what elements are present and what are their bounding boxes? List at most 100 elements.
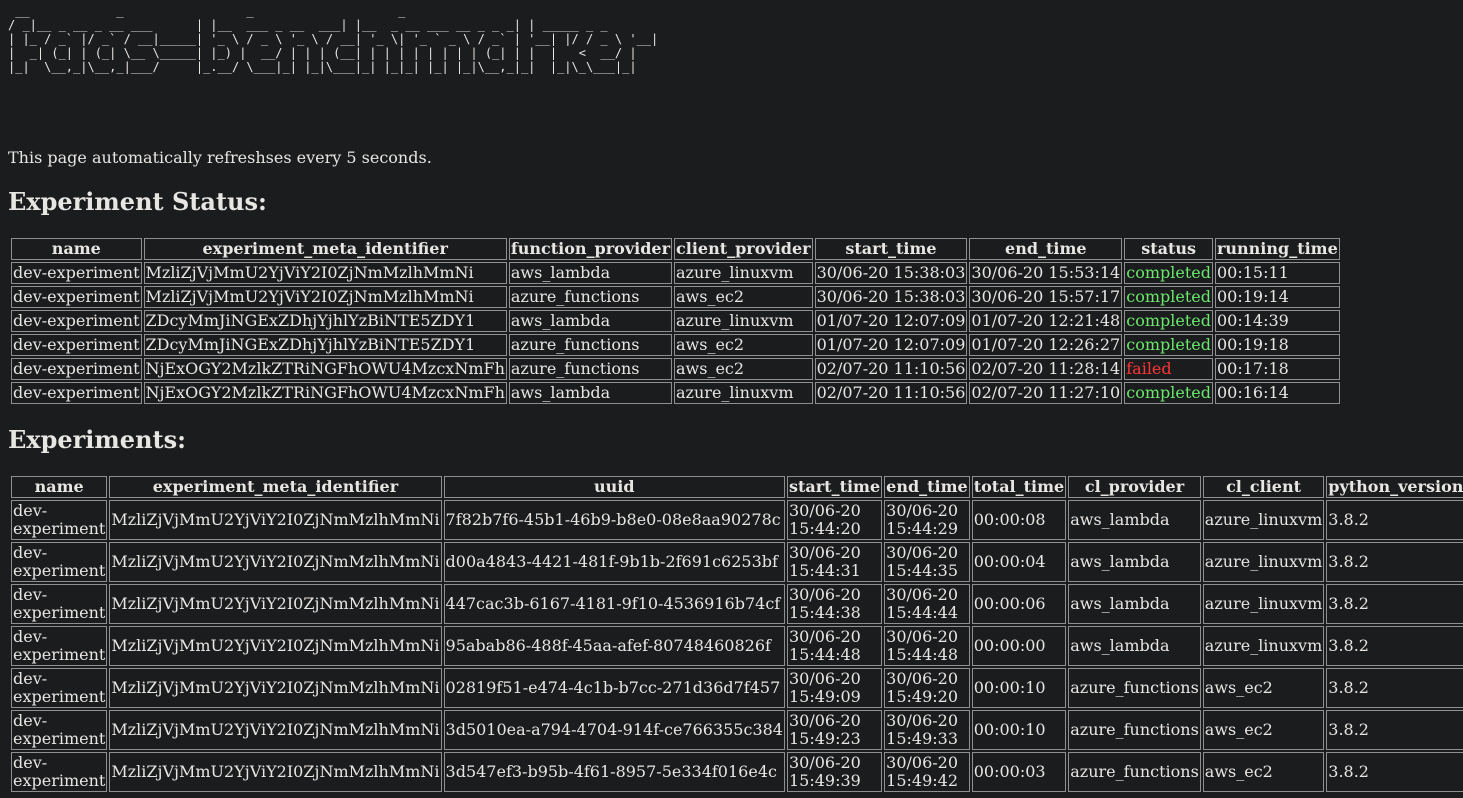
- cell-running-time: 00:19:14: [1214, 286, 1340, 308]
- cell-end-time: 02/07-20 11:28:14: [969, 358, 1123, 380]
- header-start-time: start_time: [814, 238, 968, 260]
- cell-client-provider: azure_linuxvm: [674, 310, 813, 332]
- cell-end-time: 02/07-20 11:27:10: [969, 382, 1123, 404]
- cell-name: dev-experiment: [11, 710, 108, 750]
- cell-cl-client: azure_linuxvm: [1202, 584, 1325, 624]
- cell-cl-client: azure_linuxvm: [1202, 626, 1325, 666]
- header-experiment-meta-identifier: experiment_meta_identifier: [109, 476, 442, 498]
- experiments-table-row: dev-experiment MzliZjVjMmU2YjViY2I0ZjNmMz…: [11, 584, 1463, 624]
- cell-experiment-meta-identifier: MzliZjVjMmU2YjViY2I0ZjNmMzlhMmNi: [109, 710, 442, 750]
- cell-python-version: 3.8.2: [1326, 752, 1463, 792]
- header-function-provider: function_provider: [508, 238, 673, 260]
- cell-status: failed: [1124, 358, 1213, 380]
- cell-start-time: 01/07-20 12:07:09: [814, 334, 968, 356]
- experiment-status-heading: Experiment Status:: [8, 187, 267, 216]
- header-start-time: start_time: [786, 476, 883, 498]
- cell-running-time: 00:16:14: [1214, 382, 1340, 404]
- cell-end-time: 30/06-20 15:44:44: [884, 584, 970, 624]
- header-status: status: [1124, 238, 1213, 260]
- status-header-row: name experiment_meta_identifier function…: [11, 238, 1340, 260]
- cell-name: dev-experiment: [11, 626, 108, 666]
- cell-status: completed: [1124, 334, 1213, 356]
- header-total-time: total_time: [971, 476, 1067, 498]
- cell-experiment-meta-identifier: MzliZjVjMmU2YjViY2I0ZjNmMzlhMmNi: [109, 668, 442, 708]
- cell-cl-client: azure_linuxvm: [1202, 500, 1325, 540]
- cell-function-provider: aws_lambda: [508, 310, 673, 332]
- cell-experiment-meta-identifier: NjExOGY2MzlkZTRiNGFhOWU4MzcxNmFh: [143, 382, 507, 404]
- cell-experiment-meta-identifier: MzliZjVjMmU2YjViY2I0ZjNmMzlhMmNi: [109, 584, 442, 624]
- cell-status: completed: [1124, 262, 1213, 284]
- cell-function-provider: azure_functions: [508, 286, 673, 308]
- experiments-table-row: dev-experiment MzliZjVjMmU2YjViY2I0ZjNmMz…: [11, 668, 1463, 708]
- cell-start-time: 30/06-20 15:38:03: [814, 262, 968, 284]
- cell-name: dev-experiment: [11, 542, 108, 582]
- cell-experiment-meta-identifier: NjExOGY2MzlkZTRiNGFhOWU4MzcxNmFh: [143, 358, 507, 380]
- cell-experiment-meta-identifier: MzliZjVjMmU2YjViY2I0ZjNmMzlhMmNi: [109, 500, 442, 540]
- cell-name: dev-experiment: [11, 500, 108, 540]
- cell-start-time: 30/06-20 15:49:09: [786, 668, 883, 708]
- cell-function-provider: azure_functions: [508, 358, 673, 380]
- cell-function-provider: aws_lambda: [508, 262, 673, 284]
- cell-cl-provider: azure_functions: [1068, 668, 1201, 708]
- cell-python-version: 3.8.2: [1326, 710, 1463, 750]
- cell-total-time: 00:00:10: [971, 710, 1067, 750]
- header-running-time: running_time: [1214, 238, 1340, 260]
- cell-client-provider: aws_ec2: [674, 358, 813, 380]
- experiments-table-row: dev-experiment MzliZjVjMmU2YjViY2I0ZjNmMz…: [11, 542, 1463, 582]
- cell-experiment-meta-identifier: MzliZjVjMmU2YjViY2I0ZjNmMzlhMmNi: [143, 262, 507, 284]
- status-table-row: dev-experiment ZDcyMmJiNGExZDhjYjhlYzBiNT…: [11, 334, 1340, 356]
- cell-name: dev-experiment: [11, 752, 108, 792]
- cell-python-version: 3.8.2: [1326, 500, 1463, 540]
- cell-python-version: 3.8.2: [1326, 542, 1463, 582]
- experiments-table-row: dev-experiment MzliZjVjMmU2YjViY2I0ZjNmMz…: [11, 626, 1463, 666]
- cell-uuid: 3d5010ea-a794-4704-914f-ce766355c384: [443, 710, 785, 750]
- cell-end-time: 30/06-20 15:49:33: [884, 710, 970, 750]
- cell-function-provider: aws_lambda: [508, 382, 673, 404]
- cell-total-time: 00:00:04: [971, 542, 1067, 582]
- cell-python-version: 3.8.2: [1326, 626, 1463, 666]
- experiments-table-row: dev-experiment MzliZjVjMmU2YjViY2I0ZjNmMz…: [11, 752, 1463, 792]
- cell-uuid: 02819f51-e474-4c1b-b7cc-271d36d7f457: [443, 668, 785, 708]
- cell-client-provider: aws_ec2: [674, 286, 813, 308]
- experiment-status-table: name experiment_meta_identifier function…: [8, 235, 1343, 407]
- header-python-version: python_version: [1326, 476, 1463, 498]
- cell-start-time: 30/06-20 15:44:20: [786, 500, 883, 540]
- cell-cl-client: aws_ec2: [1202, 668, 1325, 708]
- cell-running-time: 00:15:11: [1214, 262, 1340, 284]
- cell-running-time: 00:14:39: [1214, 310, 1340, 332]
- cell-experiment-meta-identifier: MzliZjVjMmU2YjViY2I0ZjNmMzlhMmNi: [143, 286, 507, 308]
- cell-name: dev-experiment: [11, 310, 142, 332]
- cell-status: completed: [1124, 382, 1213, 404]
- cell-total-time: 00:00:06: [971, 584, 1067, 624]
- experiments-table-row: dev-experiment MzliZjVjMmU2YjViY2I0ZjNmMz…: [11, 500, 1463, 540]
- cell-end-time: 01/07-20 12:21:48: [969, 310, 1123, 332]
- cell-experiment-meta-identifier: ZDcyMmJiNGExZDhjYjhlYzBiNTE5ZDY1: [143, 310, 507, 332]
- cell-cl-provider: azure_functions: [1068, 710, 1201, 750]
- cell-experiment-meta-identifier: MzliZjVjMmU2YjViY2I0ZjNmMzlhMmNi: [109, 626, 442, 666]
- cell-start-time: 30/06-20 15:38:03: [814, 286, 968, 308]
- cell-start-time: 30/06-20 15:44:48: [786, 626, 883, 666]
- experiments-table-row: dev-experiment MzliZjVjMmU2YjViY2I0ZjNmMz…: [11, 710, 1463, 750]
- experiments-heading: Experiments:: [8, 425, 186, 454]
- cell-experiment-meta-identifier: MzliZjVjMmU2YjViY2I0ZjNmMzlhMmNi: [109, 542, 442, 582]
- status-table-row: dev-experiment ZDcyMmJiNGExZDhjYjhlYzBiNT…: [11, 310, 1340, 332]
- cell-running-time: 00:19:18: [1214, 334, 1340, 356]
- cell-total-time: 00:00:10: [971, 668, 1067, 708]
- experiments-header-row: name experiment_meta_identifier uuid sta…: [11, 476, 1463, 498]
- cell-end-time: 30/06-20 15:44:29: [884, 500, 970, 540]
- cell-start-time: 30/06-20 15:49:39: [786, 752, 883, 792]
- cell-status: completed: [1124, 286, 1213, 308]
- cell-client-provider: aws_ec2: [674, 334, 813, 356]
- cell-name: dev-experiment: [11, 584, 108, 624]
- experiments-table: name experiment_meta_identifier uuid sta…: [8, 473, 1463, 795]
- ascii-art-banner: __ _ _ _ / _|__ _ __ _ __ ___ | |__ ___ …: [8, 4, 659, 74]
- cell-start-time: 02/07-20 11:10:56: [814, 382, 968, 404]
- cell-start-time: 30/06-20 15:49:23: [786, 710, 883, 750]
- cell-cl-client: aws_ec2: [1202, 752, 1325, 792]
- cell-start-time: 30/06-20 15:44:38: [786, 584, 883, 624]
- cell-cl-client: aws_ec2: [1202, 710, 1325, 750]
- header-client-provider: client_provider: [674, 238, 813, 260]
- cell-total-time: 00:00:03: [971, 752, 1067, 792]
- cell-cl-client: azure_linuxvm: [1202, 542, 1325, 582]
- cell-end-time: 30/06-20 15:53:14: [969, 262, 1123, 284]
